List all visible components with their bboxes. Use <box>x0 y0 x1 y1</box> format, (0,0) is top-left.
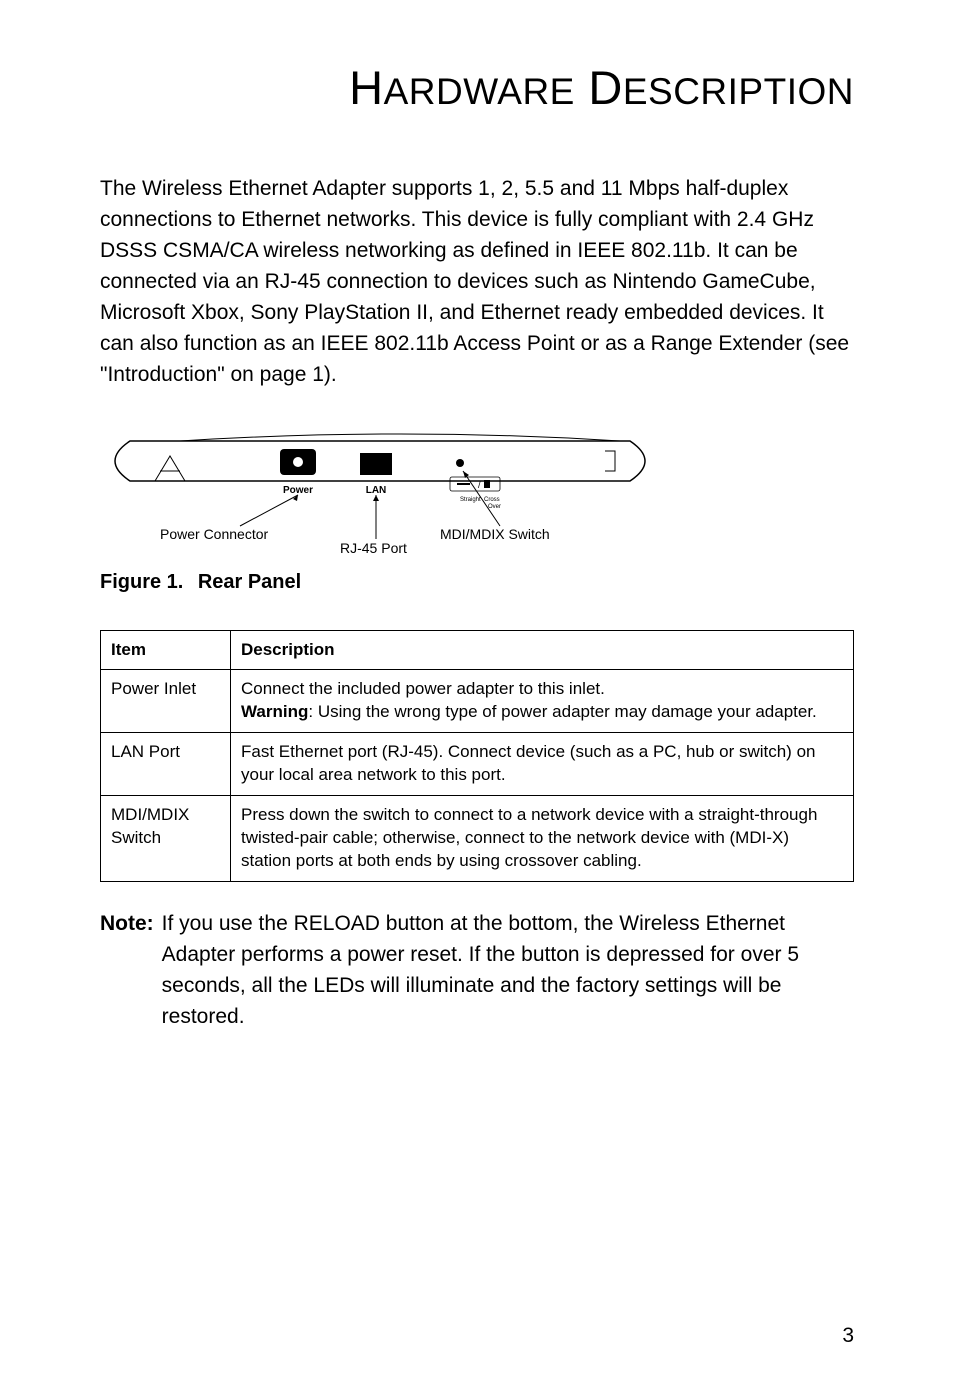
cell-desc: Press down the switch to connect to a ne… <box>231 796 854 882</box>
cell-item: Power Inlet <box>101 670 231 733</box>
page-number: 3 <box>842 1324 854 1348</box>
table-header-row: Item Description <box>101 630 854 670</box>
callout-power: Power Connector <box>160 526 269 542</box>
title-word2-rest: ESCRIPTION <box>623 71 854 112</box>
cell-desc: Fast Ethernet port (RJ-45). Connect devi… <box>231 733 854 796</box>
table-row: MDI/MDIX Switch Press down the switch to… <box>101 796 854 882</box>
desc-line: Connect the included power adapter to th… <box>241 679 605 698</box>
diagram-power-label: Power <box>283 485 313 496</box>
cell-item: MDI/MDIX Switch <box>101 796 231 882</box>
callout-rj45: RJ-45 Port <box>340 540 407 556</box>
chapter-title: HARDWARE DESCRIPTION <box>100 60 854 115</box>
title-word2-cap: D <box>588 61 622 114</box>
diagram-switch-label-b: Cross <box>484 497 500 503</box>
header-item: Item <box>101 630 231 670</box>
diagram-switch-label-a: Straight <box>460 497 481 503</box>
table-row: Power Inlet Connect the included power a… <box>101 670 854 733</box>
svg-text:Over: Over <box>488 504 501 510</box>
intro-paragraph: The Wireless Ethernet Adapter supports 1… <box>100 173 854 391</box>
callout-mdi: MDI/MDIX Switch <box>440 526 550 542</box>
cell-desc: Connect the included power adapter to th… <box>231 670 854 733</box>
figure-title: Rear Panel <box>198 571 301 593</box>
warning-label: Warning <box>241 702 308 721</box>
title-word1-rest: ARDWARE <box>384 71 575 112</box>
diagram-lan-label: LAN <box>366 485 387 496</box>
figure-caption: Figure 1. Rear Panel <box>100 571 854 594</box>
header-description: Description <box>231 630 854 670</box>
rear-panel-diagram: Power LAN / Straight Cross Over Power Co… <box>100 431 660 561</box>
note-body: If you use the RELOAD button at the bott… <box>162 908 854 1032</box>
note-label: Note: <box>100 908 154 1032</box>
note-block: Note: If you use the RELOAD button at th… <box>100 908 854 1032</box>
warning-text: : Using the wrong type of power adapter … <box>308 702 816 721</box>
spec-table: Item Description Power Inlet Connect the… <box>100 630 854 883</box>
title-word1-cap: H <box>349 61 383 114</box>
figure-label: Figure 1. <box>100 571 183 593</box>
table-row: LAN Port Fast Ethernet port (RJ-45). Con… <box>101 733 854 796</box>
cell-item: LAN Port <box>101 733 231 796</box>
